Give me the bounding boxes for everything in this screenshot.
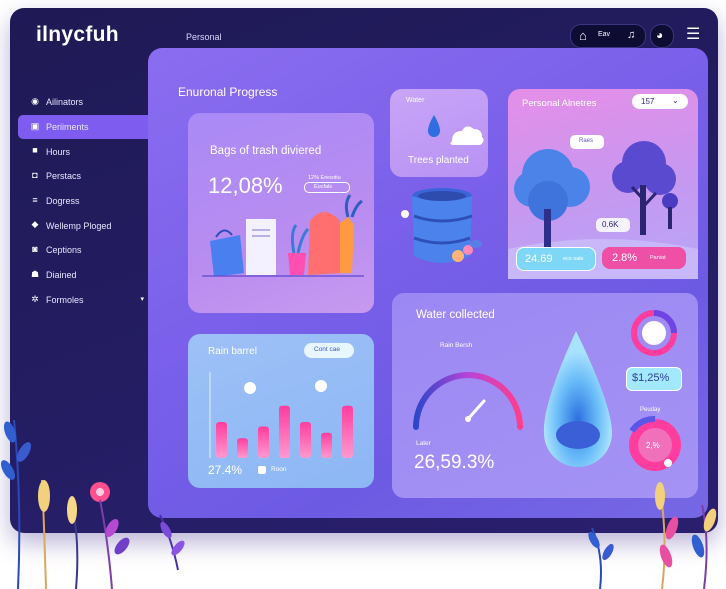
sidebar-item-label: Diained bbox=[46, 270, 77, 281]
tree-label: 0.6K bbox=[602, 220, 619, 229]
sidebar-item-hours[interactable]: ■ Hours bbox=[18, 139, 158, 164]
water-collected-value: 26,59.3% bbox=[414, 452, 495, 473]
sidebar-item-label: Formoles bbox=[46, 294, 84, 305]
sidebar-item-label: Ceptions bbox=[46, 245, 82, 256]
rain-bar bbox=[279, 405, 290, 458]
stat-chip-left: 24.69 eco sale bbox=[516, 247, 596, 271]
avatar-icon: ◕ bbox=[656, 28, 664, 42]
sidebar-item-ceptions[interactable]: ◙ Ceptions bbox=[18, 238, 158, 263]
water-stat-value: $1,25% bbox=[632, 372, 670, 384]
section-title: Enuronal Progress bbox=[178, 85, 278, 99]
sidebar-item-perstacs[interactable]: ◘ Perstacs bbox=[18, 164, 158, 189]
sidebar-item-ailinators[interactable]: ◉ Ailinators bbox=[18, 90, 158, 115]
list-icon: ≡ bbox=[32, 194, 38, 205]
notification-icon[interactable]: ♫ bbox=[627, 29, 635, 41]
secondary-stat-value: 2,% bbox=[646, 441, 660, 450]
rain-barrel-legend: Roon bbox=[271, 466, 287, 473]
water-card-subtitle: Trees planted bbox=[408, 155, 469, 166]
sidebar-item-dogress[interactable]: ≡ Dogress bbox=[18, 189, 158, 214]
brand-logo: ilnycfuh bbox=[36, 23, 119, 46]
sidebar-item-label: Perstacs bbox=[46, 171, 82, 182]
rain-barrel-card: Rain barrel Cont cae 27.4% Roon bbox=[188, 334, 374, 488]
sidebar-item-wellemp-ploged[interactable]: ◆ Wellemp Ploged bbox=[18, 213, 158, 238]
rain-bar bbox=[300, 422, 311, 458]
trash-card: Bags of trash diviered 12,08% 12% Eresot… bbox=[188, 113, 374, 313]
sidebar-item-periiments[interactable]: ▣ Periiments bbox=[18, 114, 158, 140]
stat-left-unit: eco sale bbox=[563, 256, 584, 262]
rain-barrel-value: 27.4% bbox=[208, 463, 243, 477]
document-icon: ▣ bbox=[30, 120, 40, 131]
sidebar-item-label: Periiments bbox=[46, 122, 89, 133]
stat-right-unit: Paniat bbox=[650, 255, 666, 261]
personal-stats-card: Personal Alnetres 157 ⌄ Raes 0.6K 24.69 … bbox=[508, 89, 698, 279]
wifi-icon: ◉ bbox=[31, 96, 39, 106]
sidebar-item-label: Ailinators bbox=[46, 97, 84, 108]
avatar[interactable]: ◕ bbox=[650, 24, 674, 48]
page-label: Personal bbox=[186, 32, 222, 42]
stat-chip-right: 2.8% Paniat bbox=[602, 247, 686, 269]
folder-icon: ■ bbox=[32, 145, 38, 156]
rain-bar bbox=[258, 426, 269, 458]
gauge-low-label: Later bbox=[416, 440, 431, 447]
home-chip[interactable]: ⌂ Eav ♫ bbox=[570, 24, 646, 48]
home-icon: ⌂ bbox=[579, 28, 587, 43]
sidebar-item-label: Dogress bbox=[46, 196, 80, 207]
water-stat-chip: $1,25% bbox=[626, 367, 682, 391]
rain-bar bbox=[216, 422, 227, 458]
chevron-down-icon: ▾ bbox=[140, 295, 144, 303]
clock-icon: ◘ bbox=[32, 170, 38, 181]
stat-right-value: 2.8% bbox=[612, 252, 638, 264]
legend-swatch bbox=[258, 466, 266, 474]
tree-label-chip: 0.6K bbox=[596, 218, 630, 232]
water-collected-card: Water collected Rain Bersh Later 26,59.3… bbox=[392, 293, 698, 498]
user-icon: ☗ bbox=[30, 268, 40, 279]
hamburger-menu-icon[interactable]: ☰ bbox=[686, 24, 700, 44]
secondary-stat-label: Peuday bbox=[640, 407, 661, 413]
sidebar-item-label: Hours bbox=[46, 146, 71, 157]
sidebar-item-label: Wellemp Ploged bbox=[46, 220, 112, 231]
trash-bags-illustration bbox=[202, 194, 364, 277]
home-chip-label: Eav bbox=[598, 31, 611, 38]
sidebar: ◉ Ailinators ▣ Periiments ■ Hours ◘ Perstacs… bbox=[18, 90, 158, 312]
chat-icon: ◙ bbox=[32, 244, 38, 255]
rain-bar bbox=[321, 432, 332, 458]
rain-barrel-illustration bbox=[401, 188, 482, 263]
sidebar-item-diained[interactable]: ☗ Diained bbox=[18, 263, 158, 288]
stat-left-value: 24.69 bbox=[525, 253, 553, 265]
rain-bar bbox=[237, 438, 248, 458]
sidebar-item-formoles[interactable]: ✲ Formoles ▾ bbox=[18, 288, 158, 313]
grid-icon: ✲ bbox=[31, 293, 39, 304]
water-card: Water Trees planted bbox=[390, 89, 488, 177]
shield-icon: ◆ bbox=[31, 219, 39, 230]
rain-bar bbox=[342, 405, 353, 458]
